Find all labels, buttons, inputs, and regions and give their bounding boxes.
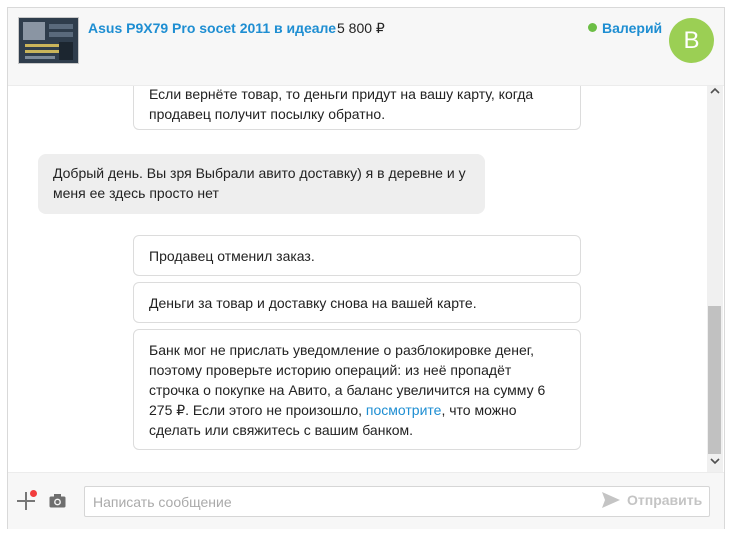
message-list[interactable]: Если вернёте товар, то деньги придут на … — [8, 86, 724, 472]
scroll-up-arrow-icon[interactable] — [707, 86, 723, 102]
chat-header: Asus P9X79 Pro socet 2011 в идеале 5 800… — [8, 8, 724, 86]
incoming-message: Добрый день. Вы зря Выбрали авито достав… — [38, 154, 485, 214]
item-price: 5 800 ₽ — [337, 20, 385, 36]
camera-icon[interactable] — [49, 493, 66, 509]
scrollbar[interactable] — [707, 86, 723, 472]
online-status-dot — [588, 23, 597, 32]
scroll-down-arrow-icon[interactable] — [707, 456, 723, 472]
notification-dot — [30, 490, 37, 497]
see-options-link[interactable]: посмотрите — [366, 402, 442, 418]
chat-window: Asus P9X79 Pro socet 2011 в идеале 5 800… — [7, 7, 725, 529]
user-name: Валерий — [602, 20, 663, 36]
user-name-link[interactable]: Валерий — [588, 20, 662, 36]
scrollbar-thumb[interactable] — [708, 306, 721, 454]
system-message-bank-info: Банк мог не прислать уведомление о разбл… — [133, 329, 581, 450]
send-button[interactable]: Отправить — [602, 492, 702, 511]
message-composer: Отправить — [8, 472, 724, 529]
item-title-link[interactable]: Asus P9X79 Pro socet 2011 в идеале — [88, 20, 336, 36]
item-thumbnail[interactable] — [18, 17, 79, 64]
send-label: Отправить — [627, 492, 703, 508]
system-message: Если вернёте товар, то деньги придут на … — [133, 86, 581, 130]
system-message-order-cancelled: Продавец отменил заказ. — [133, 235, 581, 276]
send-icon — [602, 492, 620, 511]
avatar[interactable]: В — [669, 18, 714, 63]
system-message-refund: Деньги за товар и доставку снова на ваше… — [133, 282, 581, 323]
